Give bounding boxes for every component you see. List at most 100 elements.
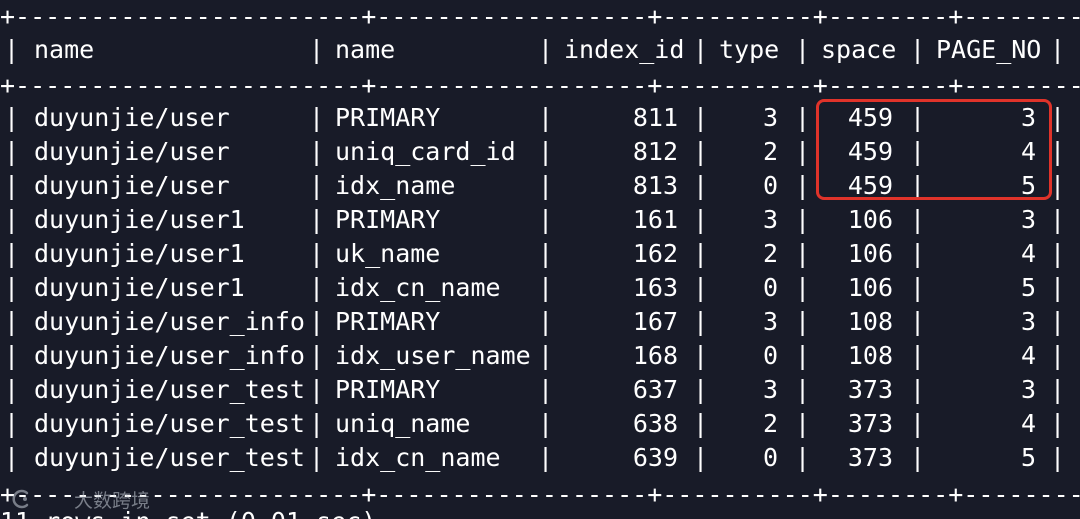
column-separator: |	[538, 341, 554, 370]
cell-index-name: PRIMARY	[335, 307, 441, 336]
cell-index-name: idx_cn_name	[335, 443, 501, 472]
column-separator: |	[309, 171, 325, 200]
column-separator: |	[309, 443, 325, 472]
table-row: | duyunjie/user1 | idx_cn_name | 163 | 0 | 106 | 5 |	[0, 271, 1080, 305]
column-separator: |	[538, 375, 554, 404]
column-separator: |	[910, 273, 926, 302]
cell-table-name: duyunjie/user	[34, 137, 230, 166]
cell-type: 0	[762, 443, 778, 472]
column-separator: |	[538, 409, 554, 438]
cell-type: 0	[762, 273, 778, 302]
column-separator: |	[795, 239, 811, 268]
column-separator: |	[309, 103, 325, 132]
cell-space: 108	[847, 307, 893, 336]
table-row: | duyunjie/user_test | uniq_name | 638 | 2 | 373 |…	[0, 407, 1080, 441]
cell-index-name: uniq_card_id	[335, 137, 516, 166]
cell-table-name: duyunjie/user_info	[34, 307, 305, 336]
column-separator: |	[693, 35, 709, 64]
cell-index-id: 637	[632, 375, 678, 404]
cell-type: 0	[762, 171, 778, 200]
column-separator: |	[693, 239, 709, 268]
column-separator: |	[910, 239, 926, 268]
column-separator: |	[4, 205, 20, 234]
column-separator: |	[795, 103, 811, 132]
column-separator: |	[309, 341, 325, 370]
table-border-header: +-----------------------+---------------…	[0, 71, 1080, 100]
column-separator: |	[309, 307, 325, 336]
cell-index-name: PRIMARY	[335, 205, 441, 234]
table-border-top: +-----------------------+---------------…	[0, 2, 1080, 31]
column-separator: |	[538, 171, 554, 200]
cell-type: 2	[762, 137, 778, 166]
column-separator: |	[1050, 273, 1066, 302]
column-separator: |	[795, 205, 811, 234]
column-separator: |	[4, 273, 20, 302]
cell-index-name: uniq_name	[335, 409, 471, 438]
column-separator: |	[4, 341, 20, 370]
column-separator: |	[795, 375, 811, 404]
cell-index-name: uk_name	[335, 239, 441, 268]
column-separator: |	[4, 103, 20, 132]
column-separator: |	[795, 171, 811, 200]
column-separator: |	[538, 273, 554, 302]
column-separator: |	[309, 137, 325, 166]
column-separator: |	[910, 409, 926, 438]
column-separator: |	[795, 273, 811, 302]
cell-space: 106	[847, 239, 893, 268]
column-separator: |	[795, 409, 811, 438]
cell-space: 373	[847, 409, 893, 438]
column-separator: |	[1050, 443, 1066, 472]
column-separator: |	[910, 307, 926, 336]
cell-page-no: 5	[1020, 443, 1036, 472]
column-separator: |	[1050, 307, 1066, 336]
column-separator: |	[910, 443, 926, 472]
cell-index-id: 167	[632, 307, 678, 336]
cell-type: 2	[762, 409, 778, 438]
column-separator: |	[538, 35, 554, 64]
column-separator: |	[1050, 341, 1066, 370]
column-separator: |	[538, 239, 554, 268]
table-row: | duyunjie/user_test | PRIMARY | 637 | 3 | 373 | 3 |	[0, 373, 1080, 407]
column-separator: |	[4, 375, 20, 404]
column-separator: |	[538, 137, 554, 166]
table-header-row: | name | name | index_id | type | space …	[0, 33, 1080, 67]
cell-index-id: 168	[632, 341, 678, 370]
column-separator: |	[309, 205, 325, 234]
header-table-name: name	[34, 35, 95, 64]
cell-index-id: 639	[632, 443, 678, 472]
column-separator: |	[4, 239, 20, 268]
query-status-line: 11 rows in set (0.01 sec)	[0, 505, 376, 519]
terminal-window: +-----------------------+---------------…	[0, 0, 1080, 519]
column-separator: |	[795, 307, 811, 336]
cell-index-id: 813	[632, 171, 678, 200]
cell-type: 3	[762, 205, 778, 234]
column-separator: |	[693, 205, 709, 234]
column-separator: |	[795, 137, 811, 166]
column-separator: |	[795, 341, 811, 370]
cell-index-name: idx_cn_name	[335, 273, 501, 302]
cell-page-no: 5	[1020, 273, 1036, 302]
column-separator: |	[693, 443, 709, 472]
cell-page-no: 3	[1020, 375, 1036, 404]
column-separator: |	[4, 35, 20, 64]
column-separator: |	[538, 205, 554, 234]
column-separator: |	[538, 307, 554, 336]
cell-index-id: 811	[632, 103, 678, 132]
cell-index-id: 638	[632, 409, 678, 438]
column-separator: |	[693, 341, 709, 370]
cell-index-name: idx_user_name	[335, 341, 531, 370]
column-separator: |	[538, 103, 554, 132]
cell-type: 2	[762, 239, 778, 268]
cell-space: 106	[847, 205, 893, 234]
column-separator: |	[693, 137, 709, 166]
column-separator: |	[693, 307, 709, 336]
cell-table-name: duyunjie/user	[34, 103, 230, 132]
cell-index-id: 161	[632, 205, 678, 234]
cell-page-no: 3	[1020, 307, 1036, 336]
column-separator: |	[1050, 409, 1066, 438]
cell-type: 0	[762, 341, 778, 370]
cell-table-name: duyunjie/user_test	[34, 375, 305, 404]
table-row: | duyunjie/user1 | PRIMARY | 161 | 3 | 106 | 3 |	[0, 203, 1080, 237]
header-index-name: name	[335, 35, 396, 64]
header-type: type	[719, 35, 780, 64]
